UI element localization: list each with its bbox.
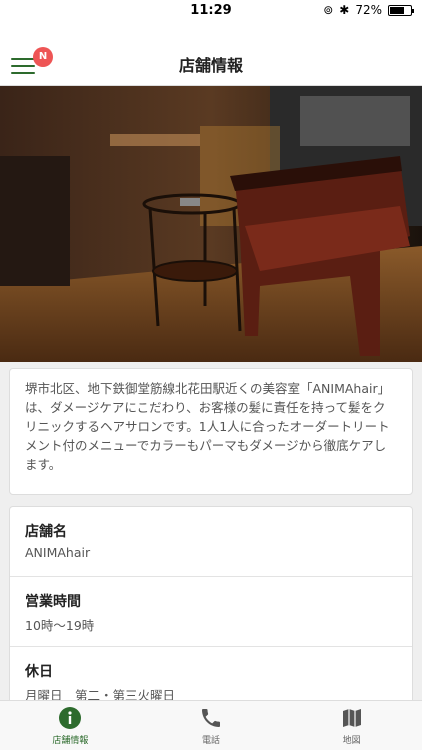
battery-percent: 72%: [355, 3, 382, 17]
info-label: 店舗名: [25, 524, 67, 540]
status-indicators: ⊚ ✱ 72%: [323, 3, 414, 17]
info-value: ANIMAhair: [25, 545, 91, 560]
description-card: 堺市北区、地下鉄御堂筋線北花田駅近くの美容室「ANIMAhair」は、ダメージケ…: [9, 368, 413, 495]
tab-label: 電話: [202, 735, 221, 746]
info-label: 営業時間: [25, 594, 81, 610]
tab-label: 地図: [342, 735, 361, 746]
bluetooth-icon: ✱: [339, 3, 350, 17]
hero-image: [0, 86, 422, 362]
info-row-hours: 営業時間 10時〜19時: [10, 577, 412, 647]
navigation-bar: N 店舗情報: [0, 22, 422, 86]
map-icon: [342, 708, 361, 727]
rotation-lock-icon: ⊚: [323, 3, 334, 17]
info-row-shop-name: 店舗名 ANIMAhair: [10, 507, 412, 577]
info-icon: [59, 706, 82, 729]
shop-description: 堺市北区、地下鉄御堂筋線北花田駅近くの美容室「ANIMAhair」は、ダメージケ…: [25, 381, 391, 472]
phone-icon: [202, 708, 220, 727]
info-value: 10時〜19時: [25, 618, 95, 633]
status-bar: 11:29 ⊚ ✱ 72%: [0, 0, 422, 22]
tab-map[interactable]: 地図: [281, 701, 422, 750]
tab-shop-info[interactable]: 店舗情報: [0, 701, 141, 750]
tab-phone[interactable]: 電話: [141, 701, 282, 750]
info-card: 店舗名 ANIMAhair 営業時間 10時〜19時 休日 月曜日 第二・第三火…: [9, 506, 413, 706]
salon-interior-image: [0, 86, 422, 362]
page-title: 店舗情報: [178, 56, 243, 75]
info-label: 休日: [25, 664, 53, 680]
info-row-holidays: 休日 月曜日 第二・第三火曜日: [10, 647, 412, 705]
battery-icon: [388, 4, 414, 16]
tab-bar: 店舗情報 電話 地図: [0, 700, 422, 750]
tab-label: 店舗情報: [52, 735, 89, 746]
